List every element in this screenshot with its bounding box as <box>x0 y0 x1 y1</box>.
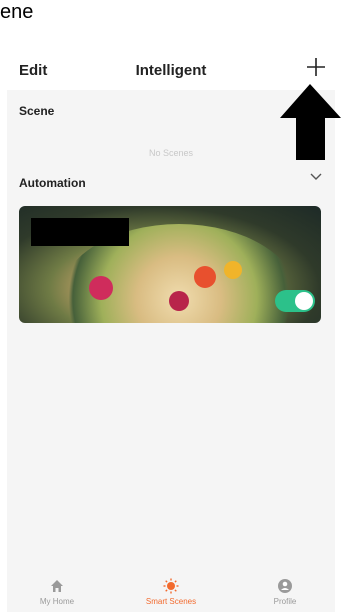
caption-text: ene <box>0 1 34 23</box>
automation-toggle[interactable] <box>275 290 315 312</box>
annotation-arrow-icon <box>280 84 341 160</box>
sun-icon <box>163 578 179 594</box>
automation-card[interactable] <box>19 206 321 323</box>
add-icon[interactable] <box>303 54 329 80</box>
pepper-decoration <box>224 261 242 279</box>
tab-smart-scenes-label: Smart Scenes <box>145 597 197 606</box>
beet-decoration <box>169 291 189 311</box>
bottom-tab-bar: My Home Smart Scenes Profile <box>7 578 335 612</box>
chevron-down-icon[interactable] <box>309 172 323 182</box>
redacted-name-block <box>31 218 129 246</box>
profile-icon <box>278 579 292 593</box>
tomato-decoration <box>194 266 216 288</box>
tab-my-home[interactable]: My Home <box>7 578 107 606</box>
toggle-knob <box>295 292 313 310</box>
automation-section-label: Automation <box>19 176 86 190</box>
page-title: Intelligent <box>135 62 207 79</box>
tab-my-home-label: My Home <box>39 597 75 606</box>
tab-profile-label: Profile <box>273 597 297 606</box>
tab-smart-scenes[interactable]: Smart Scenes <box>121 578 221 606</box>
scene-section-label: Scene <box>19 104 55 118</box>
tab-profile[interactable]: Profile <box>235 578 335 606</box>
home-icon <box>51 580 63 592</box>
radish-decoration <box>89 276 113 300</box>
